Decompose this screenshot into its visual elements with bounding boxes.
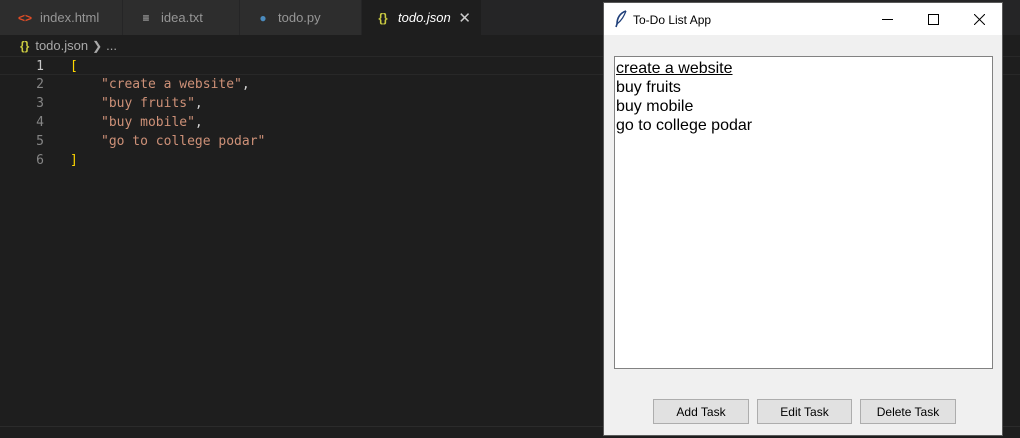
task-item[interactable]: buy fruits [616, 78, 991, 97]
line-number: 5 [36, 134, 44, 149]
json-string: "buy mobile" [101, 115, 195, 130]
json-string: "buy fruits" [101, 96, 195, 111]
json-string: "create a website" [101, 77, 242, 92]
python-icon: ● [259, 10, 267, 25]
tab-idea-txt[interactable]: ≡ idea.txt [123, 0, 240, 35]
tab-label: index.html [40, 10, 100, 25]
maximize-button[interactable] [910, 3, 956, 35]
line-number: 3 [36, 96, 44, 111]
line-number: 1 [36, 59, 44, 74]
task-listbox[interactable]: create a website buy fruits buy mobile g… [614, 56, 993, 369]
delete-task-button[interactable]: Delete Task [860, 399, 956, 424]
close-bracket: ] [70, 153, 78, 168]
json-string: "go to college podar" [101, 134, 266, 149]
open-bracket: [ [70, 59, 78, 74]
maximize-icon [927, 13, 939, 25]
add-task-button[interactable]: Add Task [653, 399, 749, 424]
tab-label: idea.txt [161, 10, 203, 25]
close-icon[interactable]: ✕ [458, 9, 471, 27]
comma: , [241, 77, 250, 92]
line-number: 4 [36, 115, 44, 130]
tab-label: todo.json [398, 10, 451, 25]
tab-label: todo.py [278, 10, 321, 25]
text-file-icon: ≡ [142, 10, 150, 25]
html-icon: <> [17, 10, 32, 25]
task-item[interactable]: go to college podar [616, 116, 991, 135]
minimize-icon [881, 18, 893, 20]
json-icon: {} [20, 38, 30, 53]
feather-icon [615, 10, 627, 28]
window-titlebar[interactable]: To-Do List App [604, 3, 1002, 35]
window-title: To-Do List App [633, 13, 712, 27]
task-item[interactable]: buy mobile [616, 97, 991, 116]
line-number: 2 [36, 77, 44, 92]
todo-app-window: To-Do List App create a website buy frui… [603, 2, 1003, 436]
close-icon [973, 13, 985, 25]
task-item[interactable]: create a website [616, 59, 991, 78]
tab-index-html[interactable]: <> index.html [0, 0, 123, 35]
breadcrumb-file[interactable]: todo.json [35, 38, 88, 53]
chevron-right-icon: ❯ [92, 38, 103, 53]
tab-todo-json[interactable]: {} todo.json ✕ [362, 0, 482, 35]
edit-task-button[interactable]: Edit Task [757, 399, 852, 424]
breadcrumb-symbol[interactable]: ... [106, 38, 117, 53]
json-icon: {} [378, 10, 388, 25]
comma: , [194, 96, 203, 111]
comma: , [194, 115, 203, 130]
minimize-button[interactable] [864, 3, 910, 35]
close-button[interactable] [956, 3, 1002, 35]
tab-todo-py[interactable]: ● todo.py [240, 0, 362, 35]
line-number: 6 [36, 153, 44, 168]
